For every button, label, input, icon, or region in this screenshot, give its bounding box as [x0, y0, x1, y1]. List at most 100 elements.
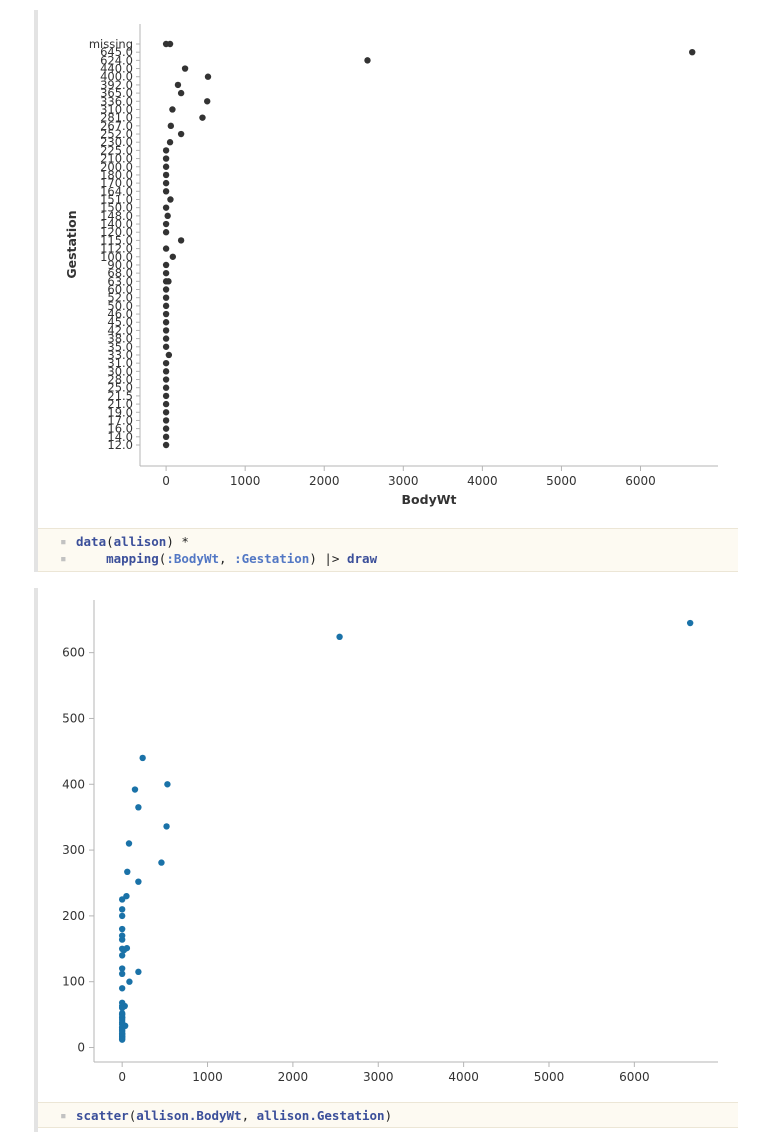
- data-point: [364, 57, 371, 64]
- data-point: [336, 633, 343, 641]
- data-point: [162, 179, 170, 187]
- y-tick-label: 500: [62, 711, 85, 725]
- y-tick-label: 300: [62, 843, 85, 857]
- x-tick-label: 1000: [230, 474, 261, 488]
- data-point: [123, 892, 130, 900]
- data-point: [118, 932, 126, 939]
- data-point: [162, 147, 170, 154]
- data-point: [162, 425, 170, 432]
- data-point: [169, 253, 177, 260]
- plot-cell-1: 12.0 14.0 16.0 17.0 19.0 21.0 21.5 25.0 28.0 30.0…: [34, 10, 738, 572]
- data-point: [162, 163, 170, 170]
- data-point: [135, 968, 142, 976]
- data-point: [166, 139, 174, 146]
- data-point: [162, 335, 170, 342]
- data-point: [162, 433, 170, 441]
- line-gutter: ▪: [60, 535, 67, 548]
- data-point: [204, 73, 212, 80]
- data-point: [174, 81, 182, 89]
- data-point: [162, 327, 170, 334]
- data-point: [162, 319, 170, 326]
- x-tick-label: 6000: [625, 474, 656, 488]
- data-point: [118, 965, 126, 972]
- y-axis-label: Gestation: [64, 210, 79, 278]
- code-fn: data: [76, 534, 107, 549]
- data-point: [162, 229, 170, 236]
- data-point: [162, 384, 170, 391]
- y-tick-label: missing: [89, 37, 133, 51]
- y-tick-label: 400: [62, 777, 85, 791]
- code-line: ▪ mapping(:BodyWt, :Gestation) |> draw: [38, 550, 738, 567]
- x-tick-label: 5000: [546, 474, 577, 488]
- data-point: [199, 114, 206, 121]
- code-punc: ,: [219, 551, 235, 566]
- x-axis-label: BodyWt: [402, 492, 457, 507]
- data-point: [126, 978, 133, 985]
- data-point: [163, 823, 170, 830]
- data-point: [135, 804, 142, 811]
- x-tick-label: 2000: [309, 474, 340, 488]
- code-symbol: :BodyWt: [166, 551, 220, 566]
- data-point: [166, 40, 174, 48]
- x-tick-label: 0: [118, 1070, 126, 1084]
- x-tick-label: 3000: [363, 1070, 394, 1084]
- data-point: [118, 999, 126, 1006]
- data-point: [162, 368, 170, 375]
- code-fn: scatter: [76, 1108, 129, 1123]
- x-tick-label: 4000: [467, 474, 498, 488]
- y-tick-label: 0: [77, 1041, 85, 1055]
- data-point: [689, 48, 696, 56]
- code-punc: (: [106, 534, 114, 549]
- code-fn: mapping: [106, 551, 159, 566]
- data-point: [169, 106, 176, 113]
- data-point: [162, 359, 170, 367]
- y-tick-label: 600: [62, 646, 85, 660]
- data-point: [162, 310, 170, 318]
- data-point: [162, 409, 170, 416]
- data-point: [118, 912, 126, 920]
- code-arg: allison.BodyWt: [136, 1108, 242, 1123]
- numeric-scatter-plot: 01002003004005006000 1000 2000 3000 4000 5000…: [62, 600, 718, 1084]
- code-line: ▪ data(allison) *: [38, 533, 738, 550]
- data-point: [162, 343, 170, 350]
- data-point: [164, 781, 171, 788]
- data-point: [181, 65, 189, 72]
- data-point: [162, 286, 170, 293]
- data-point: [123, 944, 131, 952]
- data-point: [686, 619, 694, 627]
- data-point: [162, 441, 170, 449]
- data-point: [162, 188, 170, 195]
- data-point: [162, 376, 170, 383]
- data-point: [162, 417, 170, 424]
- data-point: [162, 155, 170, 162]
- x-tick-label: 4000: [448, 1070, 479, 1084]
- data-point: [162, 269, 170, 277]
- x-tick-label: 0: [162, 474, 170, 488]
- data-point: [167, 196, 174, 203]
- line-gutter: ▪: [60, 552, 67, 565]
- data-point: [125, 840, 133, 847]
- data-point: [167, 122, 175, 130]
- data-point: [118, 925, 126, 933]
- code-punc: ): [309, 551, 325, 566]
- x-tick-label: 1000: [192, 1070, 223, 1084]
- data-point: [177, 237, 185, 244]
- data-point: [204, 98, 211, 105]
- code-block-1[interactable]: ▪ data(allison) * ▪ mapping(:BodyWt, :Ges…: [38, 528, 738, 572]
- data-point: [165, 278, 172, 285]
- x-tick-label: 5000: [534, 1070, 565, 1084]
- y-tick-label: 200: [62, 909, 85, 923]
- line-gutter: ▪: [60, 1109, 67, 1122]
- data-point: [165, 351, 173, 359]
- data-point: [164, 212, 171, 220]
- code-arg: allison: [113, 534, 167, 549]
- code-line: ▪ scatter(allison.BodyWt, allison.Gestati…: [38, 1107, 738, 1124]
- data-point: [118, 985, 126, 992]
- x-tick-label: 2000: [278, 1070, 309, 1084]
- data-point: [177, 130, 185, 138]
- code-symbol: :Gestation: [234, 551, 310, 566]
- code-block-2[interactable]: ▪ scatter(allison.BodyWt, allison.Gestati…: [38, 1102, 738, 1128]
- data-point: [177, 89, 185, 97]
- data-point: [131, 786, 139, 793]
